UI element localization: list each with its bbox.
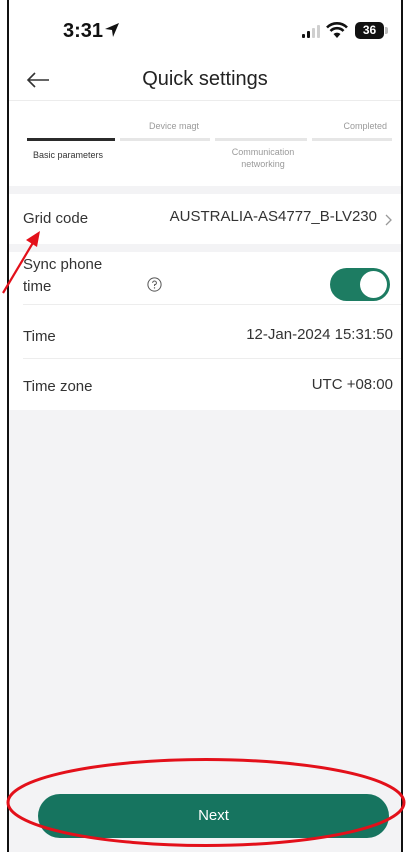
battery-tip (385, 27, 388, 34)
app-header: Quick settings (9, 62, 401, 100)
step-communication-networking: Communication networking (231, 147, 295, 169)
phone-frame: 3:31 36 Quick settings Basic parameters … (7, 0, 403, 852)
grid-code-label: Grid code (23, 210, 89, 227)
status-time: 3:31 (63, 20, 104, 42)
grid-code-value: AUSTRALIA-AS4777_B-LV230 (169, 208, 377, 225)
chevron-right-icon (385, 214, 392, 226)
step-bar-3 (215, 138, 307, 141)
toggle-knob (360, 271, 387, 298)
signal-icon (302, 25, 320, 38)
step-basic-parameters: Basic parameters (33, 150, 104, 160)
step-bar-4 (312, 138, 392, 141)
help-icon[interactable] (147, 277, 162, 292)
step-completed: Completed (343, 121, 387, 131)
page-title: Quick settings (142, 68, 268, 90)
sync-phone-time-label-line1: Sync phone (23, 256, 103, 273)
time-settings-card: Sync phone time Time 12-Jan-2024 15:31:5… (9, 252, 401, 410)
step-bar-2 (120, 138, 210, 141)
location-arrow-icon (105, 23, 119, 37)
wifi-icon (326, 22, 348, 38)
battery-icon: 36 (355, 22, 384, 39)
progress-stepper: Basic parameters Device magt Communicati… (9, 100, 401, 186)
divider (23, 358, 401, 359)
step-bar-1 (27, 138, 115, 141)
time-label: Time (23, 328, 56, 345)
sync-phone-time-label-line2: time (23, 278, 52, 295)
time-zone-label: Time zone (23, 378, 93, 395)
step-device-magt: Device magt (148, 121, 200, 131)
next-button[interactable]: Next (38, 794, 389, 838)
status-bar: 3:31 36 (9, 0, 401, 62)
time-value: 12-Jan-2024 15:31:50 (246, 326, 393, 343)
time-zone-value[interactable]: UTC +08:00 (312, 376, 393, 393)
divider (23, 304, 401, 305)
sync-phone-time-toggle[interactable] (330, 268, 390, 301)
grid-code-row[interactable]: Grid code AUSTRALIA-AS4777_B-LV230 (9, 194, 401, 244)
